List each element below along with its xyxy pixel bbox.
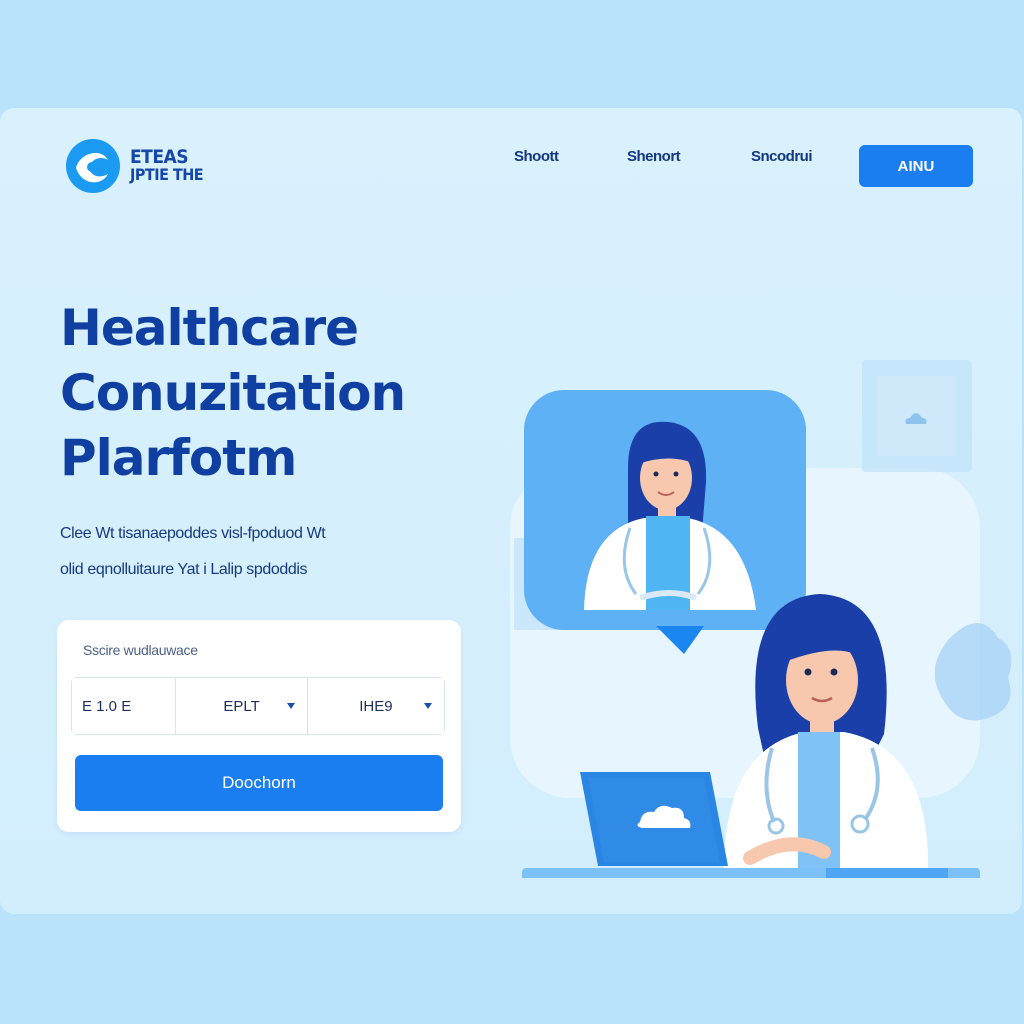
- booking-select-3-value: IHE9: [359, 697, 393, 715]
- nav-link-1[interactable]: Shoott: [514, 148, 559, 165]
- chevron-down-icon: [286, 703, 295, 709]
- hero-subtitle-line2: olid eqnolluitaure Yat i Lalip spdoddis: [60, 561, 308, 578]
- booking-select-2-value: EPLT: [223, 697, 260, 715]
- laptop-cloud-icon: [580, 772, 728, 866]
- hero-title-line2: Conuzitation: [60, 364, 406, 422]
- hero-subtitle: Clee Wt tisanaepoddes visl-fpoduod Wt ol…: [60, 516, 430, 588]
- booking-field-1[interactable]: E 1.0 E: [72, 678, 176, 734]
- desk-surface: [522, 868, 980, 878]
- nav-link-3[interactable]: Sncodrui: [751, 148, 813, 165]
- hero-title-line3: Plarfotm: [60, 429, 297, 487]
- logo-swirl-icon: [66, 139, 120, 193]
- brand-logo[interactable]: ETEAS JPTIE THE: [62, 138, 204, 194]
- hero-title: Healthcare Conuzitation Plarfotm: [60, 296, 480, 491]
- chevron-down-icon: [424, 703, 433, 709]
- nav-cta-button[interactable]: AINU: [859, 145, 973, 187]
- booking-submit-button[interactable]: Doochorn: [75, 755, 443, 811]
- hero-subtitle-line1: Clee Wt tisanaepoddes visl-fpoduod Wt: [60, 525, 326, 542]
- booking-label: Sscire wudlauwace: [83, 642, 198, 658]
- video-call-bubble: [524, 390, 806, 654]
- brand-name-line2: JPTIE THE: [130, 165, 204, 184]
- booking-fields: E 1.0 E EPLT IHE9: [71, 677, 445, 735]
- hero-title-line1: Healthcare: [60, 299, 359, 357]
- booking-select-3[interactable]: IHE9: [306, 678, 445, 734]
- nav-link-2[interactable]: Shenort: [627, 148, 681, 165]
- booking-select-2[interactable]: EPLT: [175, 678, 307, 734]
- booking-panel: Sscire wudlauwace E 1.0 E EPLT IHE9 Dooc…: [57, 620, 461, 832]
- brand-name-line1: ETEAS: [130, 146, 189, 168]
- brand-name: ETEAS JPTIE THE: [130, 146, 204, 184]
- hero-illustration: [510, 360, 1012, 878]
- landing-card: ETEAS JPTIE THE Shoott Shenort Sncodrui …: [0, 108, 1022, 914]
